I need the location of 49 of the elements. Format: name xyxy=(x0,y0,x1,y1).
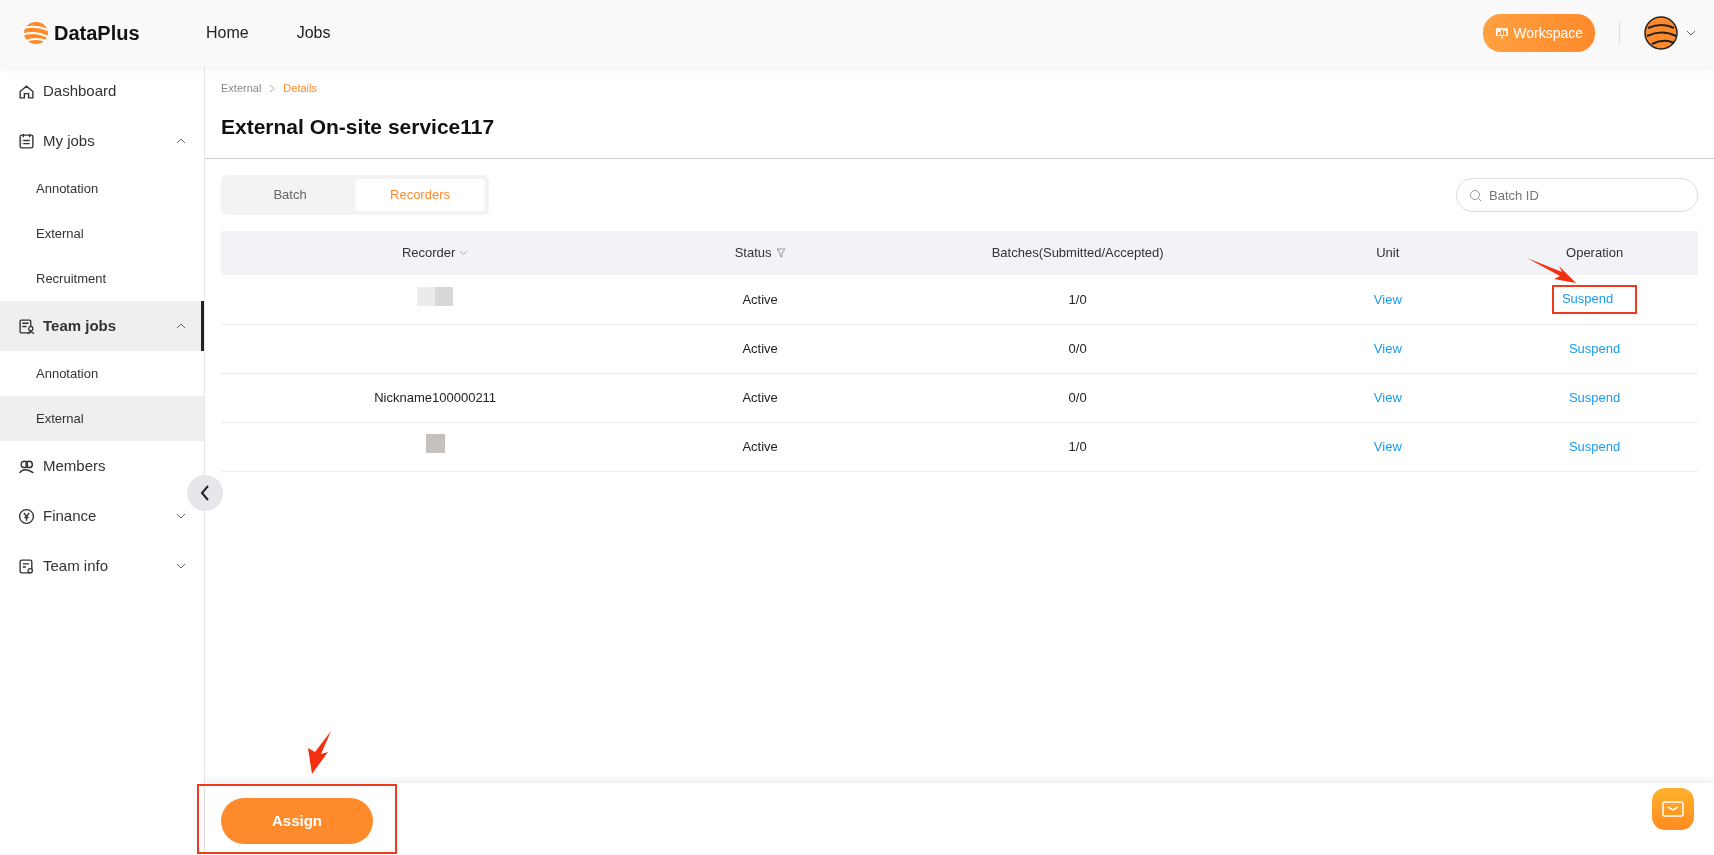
sidebar-subitem[interactable]: Annotation xyxy=(0,351,204,396)
table-cell: Active xyxy=(742,291,778,307)
avatar-icon[interactable] xyxy=(1644,16,1678,50)
page-title: External On-site service117 xyxy=(221,113,496,140)
logo-icon xyxy=(18,20,50,46)
sidebar-item[interactable]: Team jobs xyxy=(0,301,204,351)
mail-icon xyxy=(1662,801,1684,817)
column-header: Batches(Submitted/Accepted) xyxy=(991,244,1164,263)
sidebar-item[interactable]: Members xyxy=(0,441,204,491)
table-cell: 1/0 xyxy=(1068,291,1087,307)
sidebar-subitem[interactable]: Annotation xyxy=(0,166,204,211)
column-header: Recorder xyxy=(401,243,469,263)
table-cell: Active xyxy=(742,340,778,356)
sidebar-item[interactable]: Dashboard xyxy=(0,66,204,116)
chevron-right-icon xyxy=(269,83,276,93)
nav-link[interactable]: Jobs xyxy=(296,21,331,45)
search-icon xyxy=(1469,189,1482,202)
sidebar-subitem[interactable]: External xyxy=(0,396,204,441)
coin-icon xyxy=(18,507,35,525)
column-header: Operation xyxy=(1566,244,1624,263)
breadcrumb-item: Details xyxy=(283,81,317,96)
document-search-icon xyxy=(18,557,35,575)
nav-link[interactable]: Home xyxy=(206,21,249,45)
sidebar-item[interactable]: Team info xyxy=(0,541,204,591)
redacted-block xyxy=(425,434,445,454)
sidebar-subitem[interactable]: External xyxy=(0,211,204,256)
collapse-sidebar-button[interactable] xyxy=(187,475,223,511)
column-header: Status xyxy=(734,243,786,263)
sidebar-subitem[interactable]: Recruitment xyxy=(0,256,204,301)
sidebar-item[interactable]: Finance xyxy=(0,491,204,541)
chevron-down-icon[interactable] xyxy=(1686,30,1696,36)
table-cell: Active xyxy=(742,389,778,405)
breadcrumb-item[interactable]: External xyxy=(221,80,262,97)
table-cell: 1/0 xyxy=(1068,438,1087,454)
home-icon xyxy=(18,82,35,100)
chart-icon xyxy=(1495,27,1510,39)
tab[interactable]: Batch xyxy=(225,179,355,211)
brand-name: DataPlus xyxy=(54,21,140,46)
calendar-list-icon xyxy=(18,132,35,150)
table-cell: 0/0 xyxy=(1068,389,1087,405)
clipboard-person-icon xyxy=(18,317,35,335)
chevron-left-icon xyxy=(200,485,210,501)
sidebar-item[interactable]: My jobs xyxy=(0,116,204,166)
table-cell: 0/0 xyxy=(1068,340,1087,356)
table-cell: Nickname100000211 xyxy=(374,389,497,405)
redacted-block xyxy=(417,287,454,306)
column-header: Unit xyxy=(1376,244,1400,263)
table-cell: Active xyxy=(742,438,778,454)
search-field[interactable]: Batch ID xyxy=(1456,178,1698,212)
